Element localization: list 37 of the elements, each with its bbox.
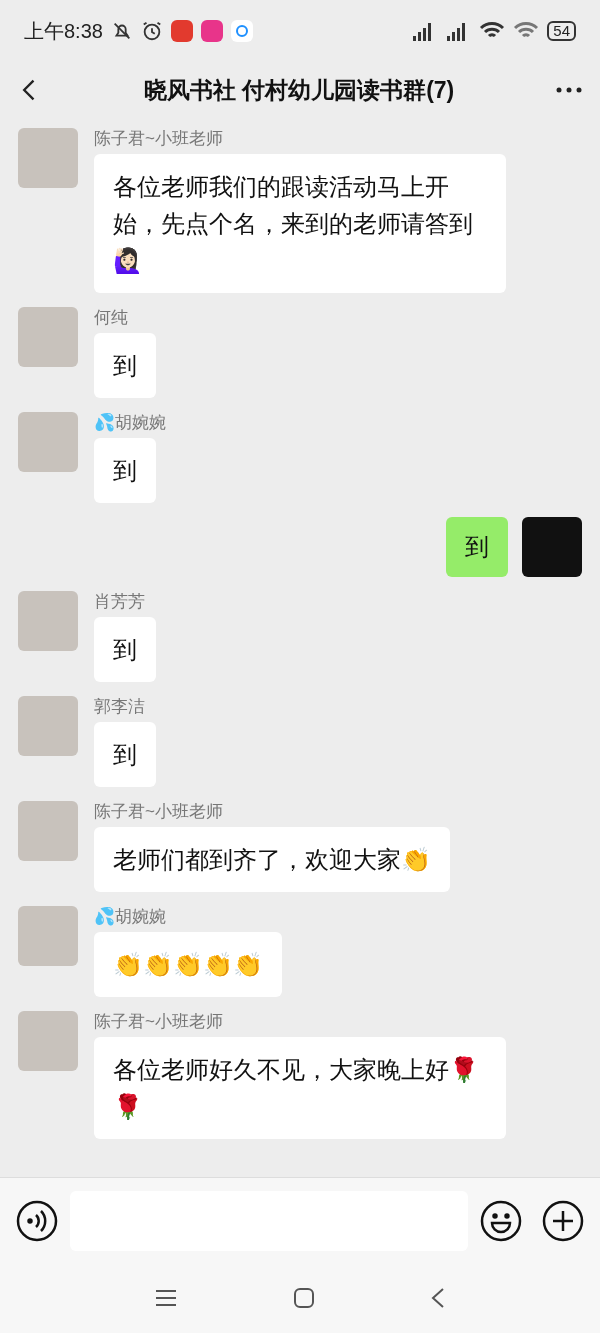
avatar-photo-placeholder[interactable]: [18, 696, 78, 756]
plus-icon[interactable]: [542, 1199, 584, 1242]
message-bubble: 各位老师我们的跟读活动马上开始，先点个名，来到的老师请答到🙋🏻‍♀: [94, 154, 506, 293]
avatar-photo-placeholder[interactable]: [18, 128, 78, 188]
home-icon[interactable]: [293, 1287, 315, 1309]
avatar-photo-placeholder[interactable]: [18, 801, 78, 861]
avatar-photo-placeholder[interactable]: [18, 591, 78, 651]
avatar-photo-placeholder[interactable]: [18, 1011, 78, 1071]
battery-indicator: 54: [547, 21, 576, 41]
message-bubble: 老师们都到齐了，欢迎大家👏: [94, 827, 450, 892]
sender-name: 肖芳芳: [94, 591, 145, 613]
app-icon: [230, 20, 253, 42]
status-time: 上午8:38: [24, 19, 103, 44]
message-bubble: 到: [94, 438, 156, 503]
voice-icon[interactable]: [16, 1199, 58, 1242]
message-bubble: 到: [94, 333, 156, 398]
message-bubble: 各位老师好久不见，大家晚上好🌹🌹: [94, 1037, 506, 1139]
sender-name: 💦胡婉婉: [94, 906, 166, 928]
chat-title: 晓风书社 付村幼儿园读书群(7): [143, 76, 455, 103]
message-bubble: 到: [94, 722, 156, 787]
app-icon: [200, 20, 223, 42]
sender-name: 陈子君~小班老师: [94, 128, 223, 150]
avatar-photo-placeholder[interactable]: [18, 412, 78, 472]
message-bubble: 到: [94, 617, 156, 682]
emoji-icon[interactable]: [480, 1199, 522, 1242]
message-bubble: 到: [446, 517, 508, 577]
sender-name: 郭李洁: [94, 696, 145, 718]
avatar-photo-placeholder[interactable]: [18, 307, 78, 367]
message-bubble: 👏👏👏👏👏: [94, 932, 282, 997]
sender-name: 💦胡婉婉: [94, 412, 166, 434]
app-icon: [170, 20, 193, 42]
sender-name: 陈子君~小班老师: [94, 1011, 223, 1033]
sender-name: 何纯: [94, 307, 128, 329]
avatar-photo-placeholder[interactable]: [18, 906, 78, 966]
avatar-photo-placeholder[interactable]: [522, 517, 582, 577]
sender-name: 陈子君~小班老师: [94, 801, 223, 823]
menu-icon[interactable]: [153, 1288, 178, 1308]
